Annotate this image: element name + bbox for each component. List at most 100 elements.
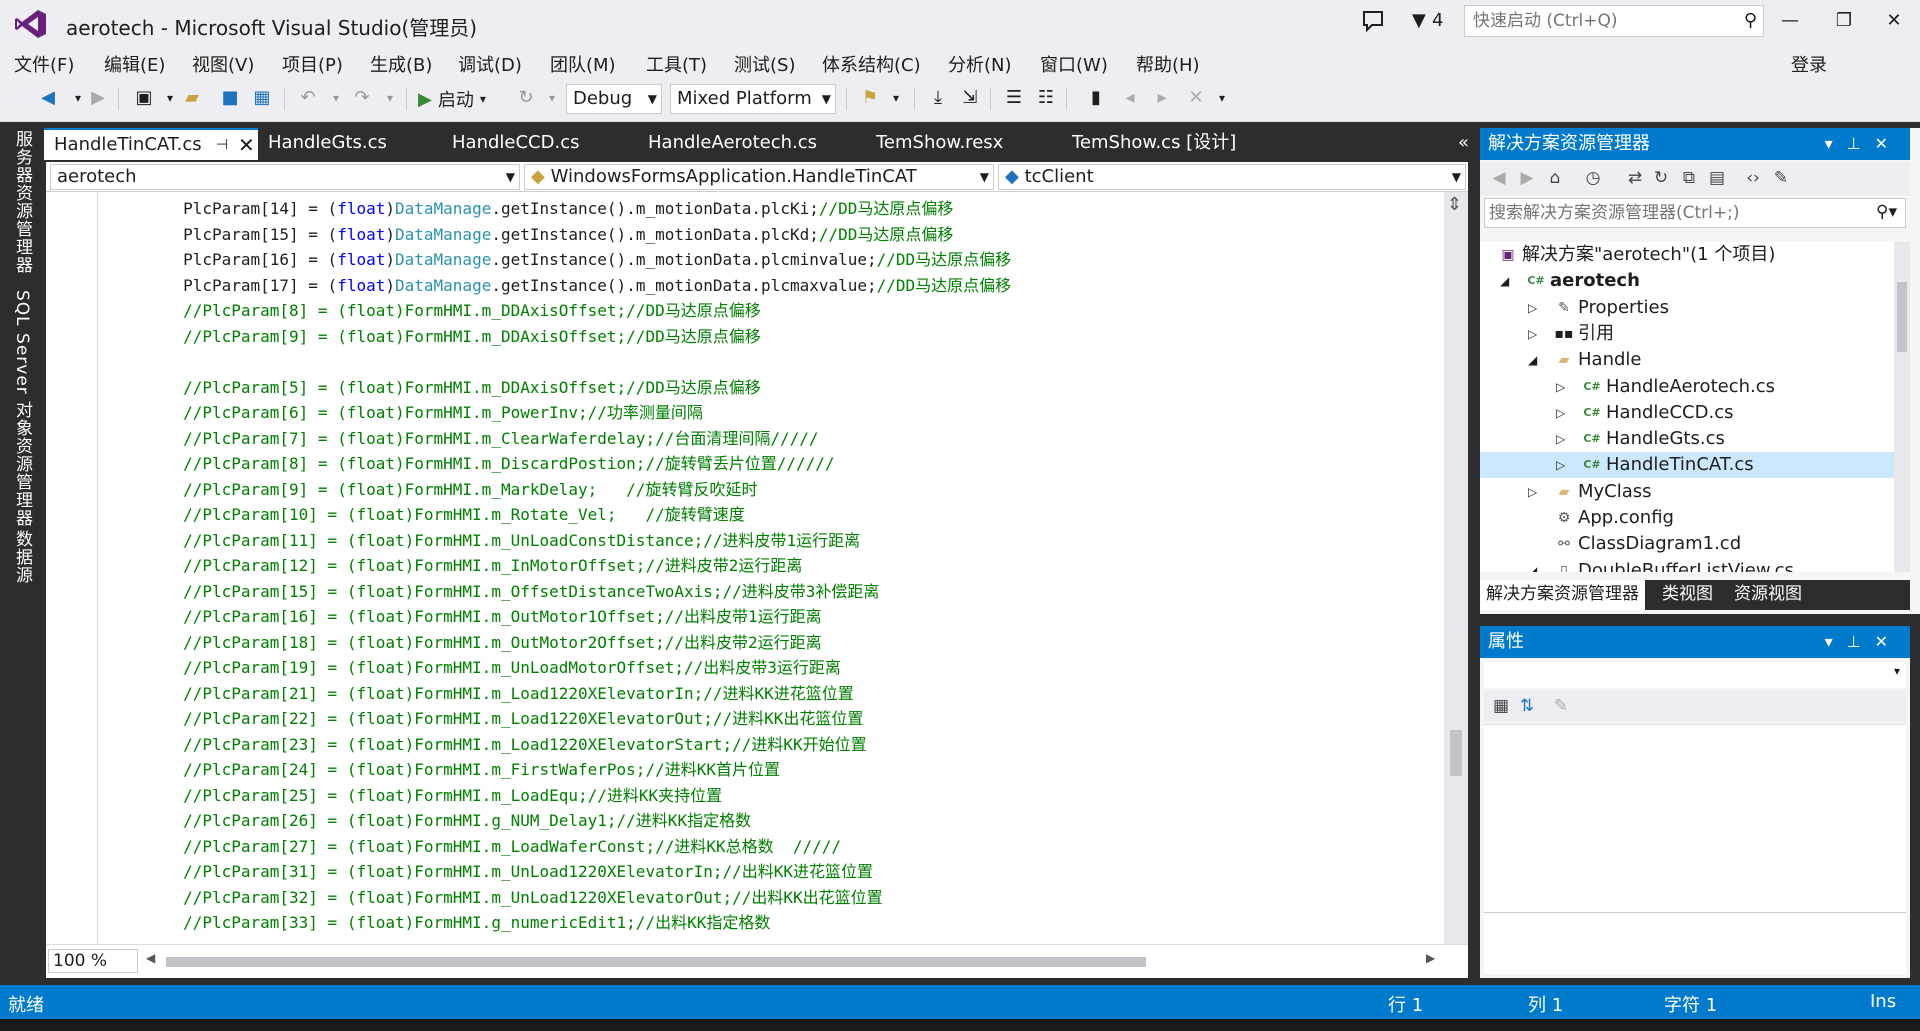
- menu-project[interactable]: 项目(P): [282, 51, 343, 77]
- close-icon[interactable]: ✕: [1875, 134, 1902, 153]
- tree-item[interactable]: ▷ C# HandleGts.cs: [1480, 426, 1894, 452]
- collapsed-arrow-icon[interactable]: ▷: [1528, 321, 1537, 347]
- refresh-icon[interactable]: ↻: [514, 86, 538, 110]
- code-line[interactable]: //PlcParam[33] = (float)FormHMI.g_numeri…: [106, 910, 1436, 936]
- panel-menu-icon[interactable]: ▾: [1825, 632, 1847, 651]
- sign-in-link[interactable]: 登录: [1791, 51, 1827, 77]
- server-explorer-tab[interactable]: 服务器资源管理器: [10, 130, 35, 274]
- step-over-icon[interactable]: ⇲: [958, 86, 982, 110]
- tree-item[interactable]: ◢ C# aerotech: [1480, 268, 1894, 294]
- next-bookmark-icon[interactable]: ▸: [1150, 86, 1174, 110]
- close-button[interactable]: ✕: [1874, 6, 1914, 36]
- property-pages-icon[interactable]: ✎: [1550, 696, 1572, 716]
- search-icon[interactable]: ⚲: [1744, 10, 1757, 31]
- solution-tree-scrollbar[interactable]: [1894, 242, 1910, 572]
- restore-button[interactable]: ❐: [1824, 6, 1864, 36]
- sync-icon[interactable]: ⇄: [1624, 168, 1646, 188]
- collapse-all-icon[interactable]: ⧉: [1678, 168, 1700, 188]
- view-code-icon[interactable]: ‹›: [1742, 168, 1764, 188]
- menu-test[interactable]: 测试(S): [734, 51, 795, 77]
- split-window-icon[interactable]: ⇕: [1447, 194, 1462, 215]
- editor-gutter[interactable]: [46, 192, 98, 944]
- search-icon[interactable]: ⚲▾: [1876, 202, 1897, 222]
- solution-configuration-combo[interactable]: Debug ▼: [566, 84, 662, 114]
- tab-solution-explorer[interactable]: 解决方案资源管理器: [1480, 580, 1645, 610]
- collapsed-arrow-icon[interactable]: ▷: [1556, 426, 1565, 452]
- show-all-files-icon[interactable]: ▤: [1706, 168, 1728, 188]
- code-line[interactable]: //PlcParam[9] = (float)FormHMI.m_DDAxisO…: [106, 324, 1436, 350]
- menu-edit[interactable]: 编辑(E): [104, 51, 165, 77]
- code-line[interactable]: //PlcParam[19] = (float)FormHMI.m_UnLoad…: [106, 655, 1436, 681]
- menu-view[interactable]: 视图(V): [192, 51, 254, 77]
- code-line[interactable]: PlcParam[16] = (float)DataManage.getInst…: [106, 247, 1436, 273]
- navigate-back-icon[interactable]: ◀: [36, 86, 60, 110]
- back-icon[interactable]: ◀: [1488, 168, 1510, 188]
- menu-architecture[interactable]: 体系结构(C): [822, 51, 921, 77]
- tree-item[interactable]: ◢ ▯ DoubleBufferListView.cs: [1480, 558, 1894, 572]
- refresh-dropdown-icon[interactable]: ▾: [540, 86, 564, 110]
- code-line[interactable]: //PlcParam[31] = (float)FormHMI.m_UnLoad…: [106, 859, 1436, 885]
- tree-item[interactable]: ⚙ App.config: [1480, 505, 1894, 531]
- tab-resource-view[interactable]: 资源视图: [1728, 580, 1808, 610]
- code-line[interactable]: //PlcParam[6] = (float)FormHMI.m_PowerIn…: [106, 400, 1436, 426]
- menu-analyze[interactable]: 分析(N): [948, 51, 1012, 77]
- member-combo[interactable]: ◆ tcClient ▼: [998, 164, 1466, 190]
- tab-temshow-resx[interactable]: TemShow.resx: [866, 128, 1016, 160]
- notification-icon[interactable]: [1360, 8, 1386, 34]
- undo-icon[interactable]: ↶: [296, 86, 320, 110]
- bookmark-icon[interactable]: ▮: [1084, 86, 1108, 110]
- code-line[interactable]: //PlcParam[12] = (float)FormHMI.m_InMoto…: [106, 553, 1436, 579]
- code-line[interactable]: //PlcParam[8] = (float)FormHMI.m_DDAxisO…: [106, 298, 1436, 324]
- zoom-combo[interactable]: 100 %: [48, 949, 138, 973]
- editor-vertical-scrollbar[interactable]: ⇕: [1444, 192, 1468, 944]
- close-icon[interactable]: ✕: [1875, 632, 1902, 651]
- code-line[interactable]: //PlcParam[25] = (float)FormHMI.m_LoadEq…: [106, 783, 1436, 809]
- tree-item[interactable]: ▷ ▪▪ 引用: [1480, 321, 1894, 347]
- collapsed-arrow-icon[interactable]: ▷: [1528, 479, 1537, 505]
- tree-item[interactable]: ▷ C# HandleTinCAT.cs: [1480, 452, 1894, 479]
- code-line[interactable]: //PlcParam[18] = (float)FormHMI.m_OutMot…: [106, 630, 1436, 656]
- code-line[interactable]: //PlcParam[9] = (float)FormHMI.m_MarkDel…: [106, 477, 1436, 503]
- scroll-tabs-icon[interactable]: «: [1458, 132, 1469, 153]
- code-line[interactable]: //PlcParam[7] = (float)FormHMI.m_ClearWa…: [106, 426, 1436, 452]
- alphabetical-icon[interactable]: ⇅: [1516, 696, 1538, 716]
- code-line[interactable]: //PlcParam[26] = (float)FormHMI.g_NUM_De…: [106, 808, 1436, 834]
- scroll-left-icon[interactable]: ◀: [146, 951, 155, 965]
- collapsed-arrow-icon[interactable]: ▷: [1556, 400, 1565, 426]
- tree-item[interactable]: ▷ C# HandleCCD.cs: [1480, 400, 1894, 426]
- code-line[interactable]: PlcParam[15] = (float)DataManage.getInst…: [106, 222, 1436, 248]
- tree-item[interactable]: ▷ ▰ MyClass: [1480, 479, 1894, 505]
- type-combo[interactable]: ◆ WindowsFormsApplication.HandleTinCAT ▼: [524, 164, 994, 190]
- properties-grid[interactable]: [1484, 724, 1906, 974]
- scrollbar-thumb[interactable]: [1450, 730, 1462, 776]
- toolbar-overflow-icon[interactable]: ▾: [1210, 86, 1234, 110]
- solution-platform-combo[interactable]: Mixed Platform ▼: [670, 84, 836, 114]
- step-into-icon[interactable]: ⤓: [926, 86, 950, 110]
- tree-item[interactable]: ▷ C# HandleAerotech.cs: [1480, 374, 1894, 400]
- menu-tools[interactable]: 工具(T): [646, 51, 707, 77]
- code-editor[interactable]: PlcParam[14] = (float)DataManage.getInst…: [46, 192, 1468, 944]
- code-line[interactable]: //PlcParam[24] = (float)FormHMI.m_FirstW…: [106, 757, 1436, 783]
- filter-icon[interactable]: ▼: [1412, 10, 1426, 31]
- indent-icon[interactable]: ☰: [1002, 86, 1026, 110]
- menu-team[interactable]: 团队(M): [550, 51, 616, 77]
- close-icon[interactable]: ✕: [238, 130, 255, 160]
- code-line[interactable]: //PlcParam[15] = (float)FormHMI.m_Offset…: [106, 579, 1436, 605]
- code-line[interactable]: //PlcParam[32] = (float)FormHMI.m_UnLoad…: [106, 885, 1436, 911]
- refresh-icon[interactable]: ↻: [1650, 168, 1672, 188]
- scrollbar-thumb[interactable]: [1897, 282, 1907, 352]
- menu-help[interactable]: 帮助(H): [1136, 51, 1200, 77]
- new-dropdown-icon[interactable]: ▾: [158, 86, 182, 110]
- code-line[interactable]: //PlcParam[34] = (float)FormHMI.m_UnLoad…: [106, 936, 1436, 941]
- pin-icon[interactable]: ⊥: [1847, 632, 1875, 651]
- tree-item[interactable]: ⚯ ClassDiagram1.cd: [1480, 531, 1894, 557]
- code-line[interactable]: //PlcParam[8] = (float)FormHMI.m_Discard…: [106, 451, 1436, 477]
- menu-file[interactable]: 文件(F): [14, 51, 74, 77]
- minimize-button[interactable]: —: [1770, 6, 1810, 36]
- code-line[interactable]: //PlcParam[22] = (float)FormHMI.m_Load12…: [106, 706, 1436, 732]
- find-in-files-icon[interactable]: ⚑: [858, 86, 882, 110]
- menu-window[interactable]: 窗口(W): [1040, 51, 1108, 77]
- properties-wrench-icon[interactable]: ✎: [1770, 168, 1792, 188]
- scroll-right-icon[interactable]: ▶: [1426, 951, 1435, 965]
- tab-temshow-designer[interactable]: TemShow.cs [设计]: [1062, 128, 1262, 160]
